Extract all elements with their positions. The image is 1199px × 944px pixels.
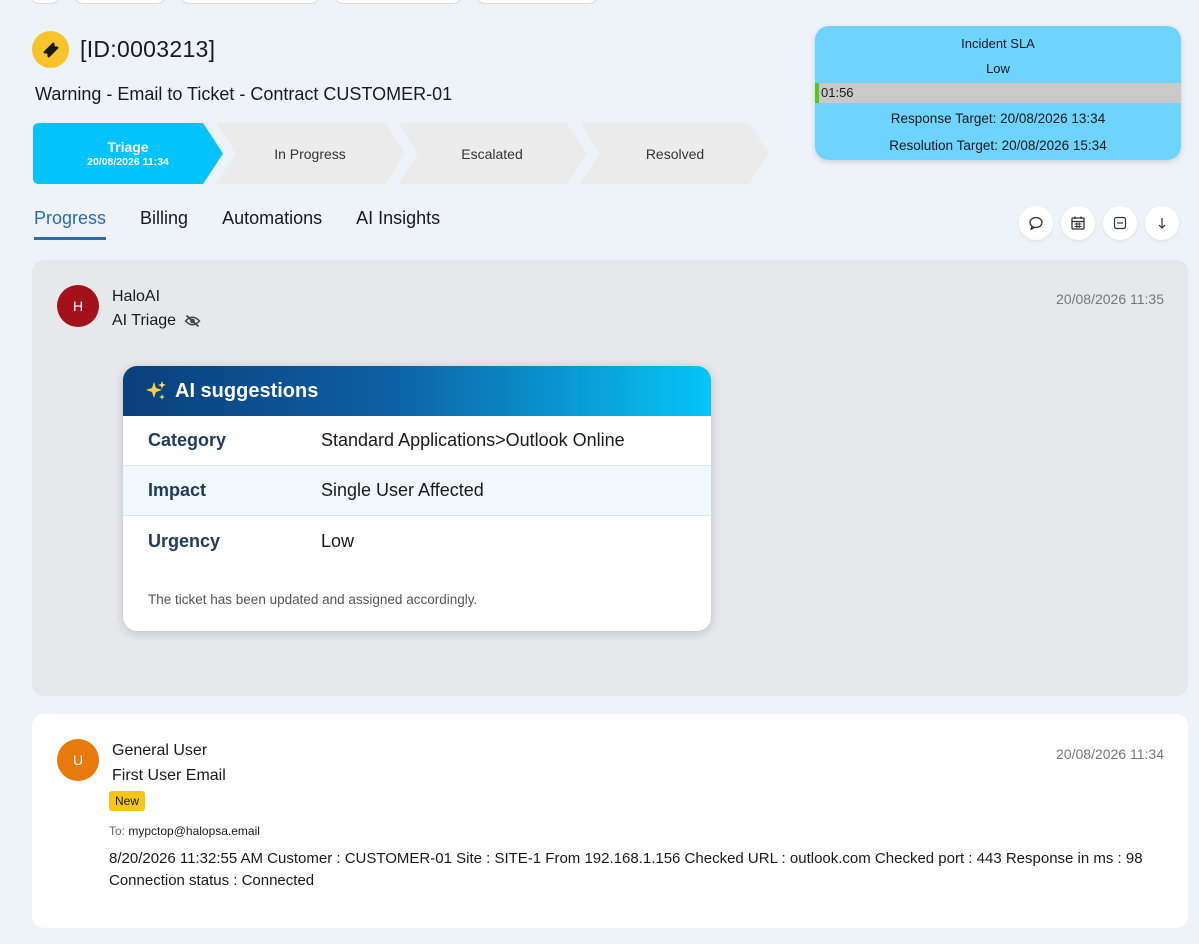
ai-row-label: Impact (148, 480, 207, 500)
collapse-icon (1113, 216, 1127, 230)
sla-response-target: Response Target: 20/08/2026 13:34 (890, 111, 1106, 126)
scroll-down-button[interactable] (1145, 206, 1179, 240)
status-stepper: Triage 20/08/2026 11:34 In Progress Esca… (33, 123, 773, 184)
action-timestamp: 20/08/2026 11:34 (1056, 746, 1164, 762)
ai-suggestions-note: The ticket has been updated and assigned… (148, 592, 478, 607)
ticket-id: [ID:0003213] (80, 36, 216, 62)
stage-label: Escalated (461, 145, 523, 162)
tab-automations[interactable]: Automations (222, 208, 322, 240)
action-card-ai-triage[interactable]: H HaloAI AI Triage 20/08/2026 11:35 AI s… (32, 260, 1188, 696)
stage-label: In Progress (274, 145, 346, 162)
sla-panel: Incident SLA Low 01:56 Response Target: … (815, 26, 1181, 160)
sla-resolution-target: Resolution Target: 20/08/2026 15:34 (889, 138, 1107, 153)
action-subtitle-text: AI Triage (112, 312, 177, 329)
top-pill[interactable] (334, 0, 462, 4)
stage-label: Triage (107, 139, 149, 155)
top-pill[interactable] (180, 0, 320, 4)
calendar-icon (1071, 216, 1085, 230)
action-subtitle: First User Email (112, 767, 226, 785)
calendar-button[interactable] (1061, 206, 1095, 240)
ai-row-label: Urgency (148, 530, 221, 551)
email-to-label: To: (109, 824, 126, 838)
sla-elapsed: 01:56 (821, 85, 854, 100)
ai-row-urgency: Urgency Low (123, 516, 711, 566)
top-toolbar-pills (30, 0, 598, 4)
action-author: General User (112, 742, 208, 759)
comment-icon (1029, 216, 1043, 231)
action-author: HaloAI (112, 288, 161, 305)
stage-date: 20/08/2026 11:34 (87, 156, 169, 168)
ticket-tabs: Progress Billing Automations AI Insights (34, 208, 474, 240)
sla-progress-bar: 01:56 (815, 83, 1181, 103)
status-badge: New (109, 791, 146, 811)
ticket-icon (32, 31, 69, 68)
collapse-button[interactable] (1103, 206, 1137, 240)
stage-label: Resolved (645, 145, 705, 162)
action-subtitle: AI Triage (112, 312, 201, 330)
top-pill[interactable] (30, 0, 60, 4)
ai-suggestions-box: AI suggestions Category Standard Applica… (123, 366, 711, 631)
ai-row-impact: Impact Single User Affected (123, 466, 711, 516)
ticket-summary: Warning - Email to Ticket - Contract CUS… (35, 84, 453, 104)
ai-row-value: Low (321, 530, 355, 551)
email-body: 8/20/2026 11:32:55 AM Customer : CUSTOME… (109, 850, 1143, 889)
ai-suggestions-title: AI suggestions (175, 379, 319, 402)
email-to-line: To: mypctop@halopsa.email (109, 824, 260, 838)
ai-row-value: Standard Applications>Outlook Online (321, 430, 625, 450)
action-timestamp: 20/08/2026 11:35 (1056, 291, 1164, 307)
avatar: U (57, 739, 99, 781)
sparkles-icon (146, 381, 166, 400)
tab-billing[interactable]: Billing (140, 208, 188, 240)
ticket-glyph-icon (42, 41, 59, 58)
sla-title: Incident SLA (961, 36, 1035, 51)
action-toolbar (1019, 206, 1179, 240)
arrow-down-icon (1158, 218, 1166, 229)
eye-hidden-icon[interactable] (184, 314, 201, 328)
stage-escalated[interactable]: Escalated (408, 123, 576, 184)
tab-ai-insights[interactable]: AI Insights (356, 208, 440, 240)
sla-priority: Low (986, 61, 1010, 76)
email-to-address: mypctop@halopsa.email (128, 824, 260, 838)
comment-button[interactable] (1019, 206, 1053, 240)
ai-suggestions-header: AI suggestions (123, 366, 711, 416)
top-pill[interactable] (476, 0, 598, 4)
stage-in-progress[interactable]: In Progress (226, 123, 394, 184)
stage-resolved[interactable]: Resolved (590, 123, 760, 184)
action-card-user-email[interactable]: U General User First User Email New 20/0… (32, 714, 1188, 928)
ai-row-value: Single User Affected (321, 480, 484, 500)
sla-progress-fill (815, 83, 819, 103)
ai-row-label: Category (148, 430, 227, 450)
ai-row-category: Category Standard Applications>Outlook O… (123, 416, 711, 466)
tab-progress[interactable]: Progress (34, 208, 107, 240)
stage-triage[interactable]: Triage 20/08/2026 11:34 (33, 123, 223, 184)
avatar: H (57, 285, 99, 327)
action-subtitle-text: First User Email (112, 767, 226, 784)
top-pill[interactable] (74, 0, 166, 4)
